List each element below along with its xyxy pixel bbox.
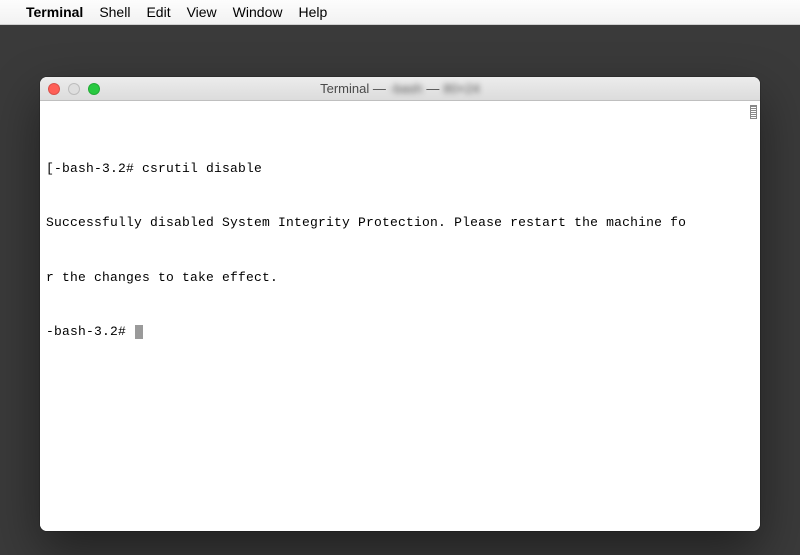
shell-prompt-2: -bash-3.2# (46, 324, 134, 339)
terminal-window: Terminal — -bash — 80×24 [-bash-3.2# csr… (40, 77, 760, 531)
scroll-indicator-icon (750, 105, 757, 119)
close-button[interactable] (48, 83, 60, 95)
menu-help[interactable]: Help (298, 4, 327, 20)
window-title: Terminal — -bash — 80×24 (40, 81, 760, 96)
terminal-content[interactable]: [-bash-3.2# csrutil disable Successfully… (40, 101, 760, 531)
window-title-obscured-2: 80×24 (443, 81, 480, 96)
desktop-background: Terminal — -bash — 80×24 [-bash-3.2# csr… (0, 25, 800, 555)
window-title-sep: — (426, 81, 439, 96)
app-menu[interactable]: Terminal (26, 4, 83, 20)
terminal-line-2: Successfully disabled System Integrity P… (46, 214, 754, 232)
window-title-obscured: -bash (390, 81, 423, 96)
menu-view[interactable]: View (187, 4, 217, 20)
minimize-button[interactable] (68, 83, 80, 95)
maximize-button[interactable] (88, 83, 100, 95)
cursor-icon (135, 325, 143, 339)
traffic-lights (48, 83, 100, 95)
terminal-line-4: -bash-3.2# (46, 323, 754, 341)
window-titlebar[interactable]: Terminal — -bash — 80×24 (40, 77, 760, 101)
command-text: csrutil disable (142, 161, 262, 176)
macos-menubar: Terminal Shell Edit View Window Help (0, 0, 800, 25)
shell-prompt: -bash-3.2# (54, 161, 142, 176)
line1-bracket: [ (46, 161, 54, 176)
terminal-line-3: r the changes to take effect. (46, 269, 754, 287)
menu-window[interactable]: Window (233, 4, 283, 20)
window-title-prefix: Terminal — (320, 81, 386, 96)
menu-edit[interactable]: Edit (146, 4, 170, 20)
menu-shell[interactable]: Shell (99, 4, 130, 20)
terminal-line-1: [-bash-3.2# csrutil disable (46, 160, 754, 178)
